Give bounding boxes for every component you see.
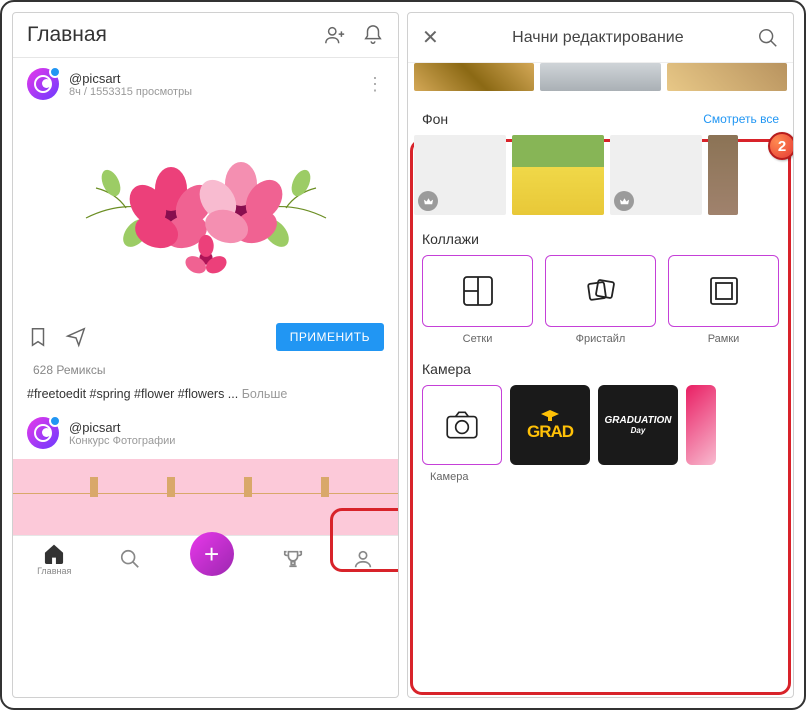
bookmark-icon[interactable] (27, 326, 49, 348)
more-icon[interactable]: ⋮ (366, 74, 384, 95)
collage-row: Сетки Фристайл Рамки (408, 255, 793, 345)
nav-profile[interactable] (352, 548, 374, 570)
bg-thumb[interactable] (610, 135, 702, 215)
section-collage: Коллажи (408, 215, 793, 255)
share-icon[interactable] (65, 326, 87, 348)
more-link[interactable]: Больше (242, 387, 288, 401)
premium-icon (614, 191, 634, 211)
nav-home[interactable]: Главная (37, 543, 71, 576)
template-grad[interactable]: GRAD (510, 385, 590, 465)
search-icon[interactable] (757, 27, 779, 49)
avatar[interactable] (27, 68, 59, 100)
section-camera: Камера (408, 345, 793, 385)
collage-frames[interactable]: Рамки (668, 255, 779, 345)
close-icon[interactable]: ✕ (422, 25, 439, 50)
username[interactable]: @picsart (69, 71, 356, 86)
username[interactable]: @picsart (69, 420, 384, 435)
apply-button[interactable]: ПРИМЕНИТЬ (276, 323, 384, 351)
post-image[interactable] (13, 110, 398, 315)
camera-row: GRAD GRADUATIONDay (408, 385, 793, 465)
bg-thumb[interactable] (414, 135, 506, 215)
section-bg: Фон Смотреть все (408, 95, 793, 135)
main-header: Главная (13, 13, 398, 58)
post2-image[interactable] (13, 459, 398, 535)
collage-grids[interactable]: Сетки (422, 255, 533, 345)
post-meta: Конкурс Фотографии (69, 435, 384, 447)
edit-header: ✕ Начни редактирование (408, 13, 793, 63)
post-tags[interactable]: #freetoedit #spring #flower #flowers ...… (13, 381, 398, 407)
nav-search[interactable] (119, 548, 141, 570)
nav-challenges[interactable] (282, 548, 304, 570)
thumb[interactable] (540, 63, 660, 91)
collage-freestyle[interactable]: Фристайл (545, 255, 656, 345)
bg-row (408, 135, 793, 215)
post-meta: 8ч / 1553315 просмотры (69, 86, 356, 98)
template-flower[interactable] (686, 385, 716, 465)
thumb[interactable] (414, 63, 534, 91)
avatar[interactable] (27, 417, 59, 449)
template-graduation[interactable]: GRADUATIONDay (598, 385, 678, 465)
create-fab[interactable]: + (190, 532, 234, 576)
post-actions: ПРИМЕНИТЬ (13, 315, 398, 359)
thumb[interactable] (667, 63, 787, 91)
remix-count[interactable]: 628 Ремиксы (13, 359, 398, 381)
right-screen: ✕ Начни редактирование 2 Фон Смотреть вс… (407, 12, 794, 698)
edit-title: Начни редактирование (449, 29, 747, 47)
see-all-link[interactable]: Смотреть все (703, 112, 779, 126)
bg-thumb[interactable] (512, 135, 604, 215)
bell-icon[interactable] (362, 24, 384, 46)
premium-icon (418, 191, 438, 211)
fab-wrap: + 1 (190, 542, 234, 576)
post-header: @picsart 8ч / 1553315 просмотры ⋮ (13, 58, 398, 110)
add-friend-icon[interactable] (324, 24, 346, 46)
left-screen: Главная @picsart 8ч / 1553315 просмотры … (12, 12, 399, 698)
bg-thumb[interactable] (708, 135, 738, 215)
page-title: Главная (27, 23, 107, 47)
camera-label: Камера (408, 465, 793, 489)
camera-button[interactable] (422, 385, 502, 465)
top-thumbs (408, 63, 793, 95)
bottom-nav: Главная + 1 (13, 535, 398, 578)
post2-header: @picsart Конкурс Фотографии (13, 407, 398, 459)
